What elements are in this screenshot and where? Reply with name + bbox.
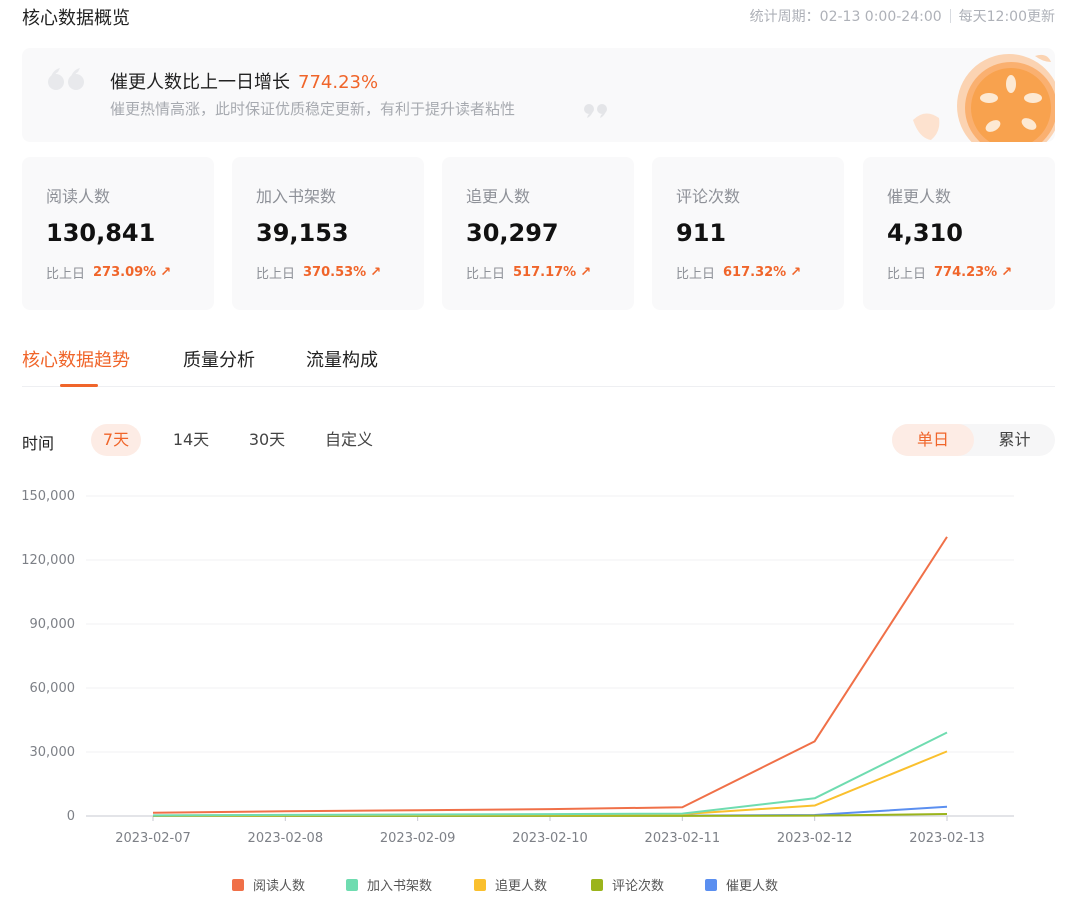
y-tick-label: 150,000 <box>21 489 75 504</box>
tab-quality-analysis[interactable]: 质量分析 <box>183 346 255 372</box>
compare-change: 774.23% <box>934 265 998 280</box>
legend-swatch <box>474 879 486 891</box>
metric-value: 130,841 <box>46 219 156 247</box>
legend-swatch <box>705 879 717 891</box>
metric-compare: 比上日 273.09% ↗ <box>46 263 171 282</box>
orange-slice-illustration <box>905 48 1055 142</box>
metric-card-reads[interactable]: 阅读人数 130,841 比上日 273.09% ↗ <box>22 157 214 310</box>
metric-label: 追更人数 <box>466 187 531 206</box>
metric-value: 911 <box>676 219 727 247</box>
trend-line-chart: 0 30,000 60,000 90,000 120,000 150,000 2023-02… <box>21 489 1014 894</box>
y-tick-label: 0 <box>67 809 75 824</box>
metric-card-bookshelf[interactable]: 加入书架数 39,153 比上日 370.53% ↗ <box>232 157 424 310</box>
banner-title-text: 催更人数比上一日增长 <box>110 72 290 93</box>
legend-label: 追更人数 <box>495 878 547 894</box>
tab-core-trend[interactable]: 核心数据趋势 <box>22 346 130 372</box>
legend-label: 催更人数 <box>726 879 778 894</box>
compare-change: 617.32% <box>723 265 787 280</box>
compare-change: 517.17% <box>513 265 577 280</box>
metric-cards: 阅读人数 130,841 比上日 273.09% ↗ 加入书架数 39,153 … <box>22 157 1055 310</box>
metric-compare: 比上日 370.53% ↗ <box>256 263 381 282</box>
insight-banner: 催更人数比上一日增长 774.23% 催更热情高涨，此时保证优质稳定更新，有利于提… <box>22 48 1055 142</box>
range-14-days-button[interactable]: 14天 <box>164 424 218 456</box>
series-line <box>152 731 948 817</box>
metric-label: 阅读人数 <box>46 187 111 206</box>
legend-label: 阅读人数 <box>253 879 305 894</box>
y-tick-label: 120,000 <box>21 553 75 568</box>
series-line <box>152 536 948 814</box>
x-tick-label: 2023-02-07 <box>115 831 191 846</box>
legend-swatch <box>346 879 358 891</box>
legend-label: 评论次数 <box>612 878 664 894</box>
compare-label: 比上日 <box>466 267 506 282</box>
active-tab-indicator <box>60 384 98 387</box>
tab-traffic-composition[interactable]: 流量构成 <box>306 346 378 372</box>
x-tick-label: 2023-02-10 <box>512 831 588 846</box>
quote-close-icon <box>582 102 610 124</box>
metric-value: 30,297 <box>466 219 559 247</box>
arrow-up-icon: ↗ <box>1001 265 1013 280</box>
period-text: 统计周期：02-13 0:00-24:00 <box>749 9 942 25</box>
legend-swatch <box>232 879 244 891</box>
mode-toggle: 单日 累计 <box>892 424 1055 456</box>
stat-period: 统计周期：02-13 0:00-24:00 每天12:00更新 <box>750 6 1055 26</box>
x-tick-label: 2023-02-12 <box>777 831 853 846</box>
section-tabs: 核心数据趋势 质量分析 流量构成 <box>22 346 1055 387</box>
y-tick-label: 30,000 <box>30 745 76 760</box>
arrow-up-icon: ↗ <box>370 265 382 280</box>
metric-value: 39,153 <box>256 219 349 247</box>
metric-label: 加入书架数 <box>256 187 337 206</box>
mode-cumulative-button[interactable]: 累计 <box>974 424 1055 456</box>
compare-change: 370.53% <box>303 265 367 280</box>
divider <box>949 9 951 23</box>
metric-label: 评论次数 <box>676 187 741 206</box>
range-7-days-button[interactable]: 7天 <box>91 424 141 456</box>
metric-card-followers[interactable]: 追更人数 30,297 比上日 517.17% ↗ <box>442 157 634 310</box>
metric-card-urges[interactable]: 催更人数 4,310 比上日 774.23% ↗ <box>863 157 1055 310</box>
range-30-days-button[interactable]: 30天 <box>240 424 294 456</box>
arrow-up-icon: ↗ <box>790 265 802 280</box>
metric-value: 4,310 <box>887 219 963 247</box>
y-tick-label: 60,000 <box>30 681 76 696</box>
metric-label: 催更人数 <box>887 187 952 206</box>
legend-swatch <box>591 879 603 891</box>
compare-label: 比上日 <box>676 267 716 282</box>
page-title: 核心数据概览 <box>22 8 130 29</box>
metric-card-comments[interactable]: 评论次数 911 比上日 617.32% ↗ <box>652 157 844 310</box>
mode-daily-button[interactable]: 单日 <box>892 424 974 456</box>
x-tick-label: 2023-02-13 <box>909 831 985 846</box>
metric-compare: 比上日 517.17% ↗ <box>466 263 591 282</box>
compare-change: 273.09% <box>93 265 157 280</box>
metric-compare: 比上日 774.23% ↗ <box>887 263 1012 282</box>
time-filter-label: 时间 <box>22 434 55 453</box>
metric-compare: 比上日 617.32% ↗ <box>676 263 801 282</box>
compare-label: 比上日 <box>887 267 927 282</box>
banner-percent: 774.23% <box>298 72 379 93</box>
x-tick-label: 2023-02-11 <box>645 831 721 846</box>
compare-label: 比上日 <box>46 267 86 282</box>
x-tick-label: 2023-02-08 <box>248 831 324 846</box>
update-note: 每天12:00更新 <box>958 9 1055 25</box>
arrow-up-icon: ↗ <box>580 265 592 280</box>
range-custom-button[interactable]: 自定义 <box>316 424 382 456</box>
legend-label: 加入书架数 <box>367 879 432 894</box>
banner-title: 催更人数比上一日增长 774.23% <box>110 68 378 94</box>
quote-open-icon <box>46 66 88 98</box>
series-line <box>152 750 948 817</box>
x-tick-label: 2023-02-09 <box>380 831 456 846</box>
y-tick-label: 90,000 <box>30 617 76 632</box>
compare-label: 比上日 <box>256 267 296 282</box>
arrow-up-icon: ↗ <box>160 265 172 280</box>
banner-subtitle: 催更热情高涨，此时保证优质稳定更新，有利于提升读者粘性 <box>110 100 516 118</box>
